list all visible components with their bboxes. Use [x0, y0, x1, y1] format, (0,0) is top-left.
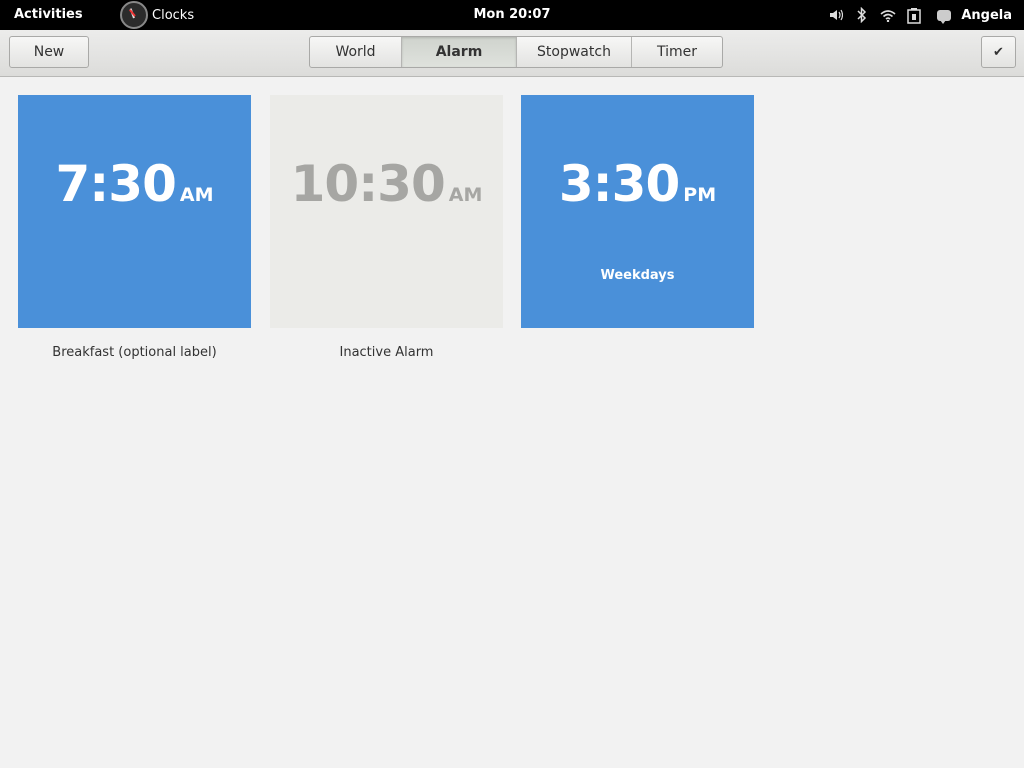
user-name: Angela: [961, 7, 1012, 23]
app-menu-label: Clocks: [152, 7, 195, 23]
alarm-tile[interactable]: 7:30 AM: [18, 95, 251, 328]
chat-icon: [937, 9, 952, 24]
tab-stopwatch[interactable]: Stopwatch: [517, 37, 632, 67]
battery-icon[interactable]: [905, 6, 923, 24]
tab-alarm[interactable]: Alarm: [402, 37, 517, 67]
status-area[interactable]: Angela: [819, 0, 1012, 30]
checkmark-icon: ✔: [993, 44, 1004, 60]
alarm-label: Inactive Alarm: [339, 345, 434, 360]
alarm-label: Breakfast (optional label): [52, 345, 217, 360]
done-button[interactable]: ✔: [981, 36, 1016, 68]
alarm-time-value: 10:30: [290, 155, 446, 213]
alarm-time: 10:30 AM: [270, 155, 503, 213]
alarm-time: 7:30 AM: [18, 155, 251, 213]
alarm-period: AM: [448, 184, 483, 206]
app-menu[interactable]: Clocks: [120, 1, 194, 29]
alarm-time-value: 7:30: [55, 155, 177, 213]
alarm-tile[interactable]: 3:30 PM Weekdays: [521, 95, 754, 328]
alarm-period: AM: [179, 184, 214, 206]
top-bar: Activities Clocks Mon 20:07 Angela: [0, 0, 1024, 30]
alarm-item[interactable]: 3:30 PM Weekdays: [521, 95, 754, 328]
user-menu[interactable]: Angela: [937, 7, 1012, 24]
alarm-time: 3:30 PM: [521, 155, 754, 213]
header-toolbar: New World Alarm Stopwatch Timer ✔: [0, 30, 1024, 77]
view-switcher: World Alarm Stopwatch Timer: [309, 36, 723, 68]
tab-world[interactable]: World: [310, 37, 402, 67]
wifi-icon[interactable]: [879, 6, 897, 24]
clock-icon: [120, 1, 148, 29]
alarm-tile[interactable]: 10:30 AM: [270, 95, 503, 328]
tab-timer[interactable]: Timer: [632, 37, 722, 67]
alarm-item[interactable]: 7:30 AM Breakfast (optional label): [18, 95, 251, 360]
activities-button[interactable]: Activities: [14, 7, 83, 22]
alarm-repeat: Weekdays: [600, 268, 675, 283]
alarm-item[interactable]: 10:30 AM Inactive Alarm: [270, 95, 503, 360]
alarm-period: PM: [683, 184, 717, 206]
new-alarm-button[interactable]: New: [9, 36, 89, 68]
bluetooth-icon[interactable]: [853, 6, 871, 24]
datetime-label[interactable]: Mon 20:07: [473, 7, 550, 22]
volume-icon[interactable]: [827, 6, 845, 24]
alarm-time-value: 3:30: [558, 155, 680, 213]
